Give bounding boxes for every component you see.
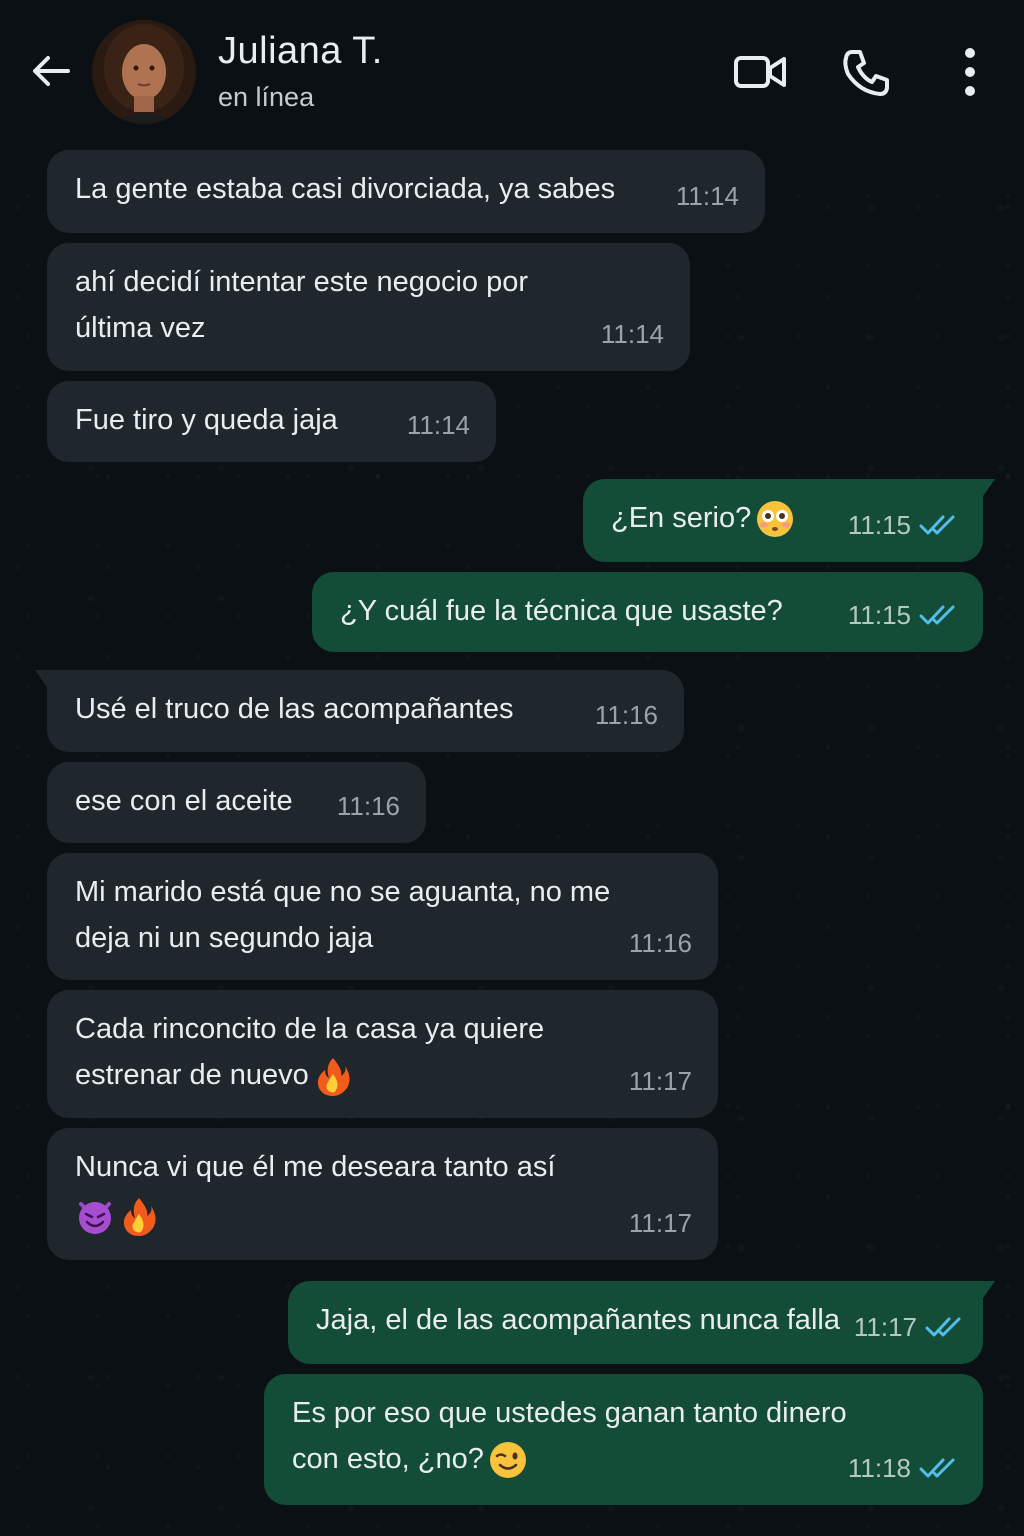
- message-meta: 11:16: [337, 783, 400, 829]
- message-time: 11:16: [336, 791, 400, 821]
- message-bubble-incoming[interactable]: Fue tiro y queda jaja 11:14: [47, 381, 496, 462]
- message-meta: 11:14: [676, 173, 739, 219]
- avatar[interactable]: [92, 20, 196, 124]
- contact-status: en línea: [218, 82, 315, 112]
- winking-face-emoji: [489, 1442, 526, 1479]
- message-text: Cada rinconcito de la casa ya quiere est…: [75, 1013, 545, 1091]
- read-ticks-icon: [919, 515, 955, 535]
- message-bubble-outgoing[interactable]: Jaja, el de las acompañantes nunca falla…: [288, 1281, 995, 1364]
- read-ticks-icon: [925, 1317, 961, 1337]
- phone-icon[interactable]: [838, 44, 894, 100]
- more-vert-icon[interactable]: [942, 44, 998, 100]
- message-text: La gente estaba casi divorciada, ya sabe…: [75, 173, 616, 205]
- message-text: Usé el truco de las acompañantes: [75, 693, 514, 725]
- message-meta: 11:18: [848, 1445, 957, 1491]
- message-bubble-incoming[interactable]: Mi marido está que no se aguanta, no me …: [47, 853, 718, 980]
- smiling-devil-and-fire-emoji: [75, 1192, 690, 1238]
- fire-emoji: [123, 1198, 156, 1237]
- message-time: 11:15: [847, 510, 911, 540]
- message-text: Es por eso que ustedes ganan tanto diner…: [292, 1397, 847, 1475]
- message-time: 11:17: [853, 1312, 917, 1342]
- message-meta: 11:14: [601, 311, 664, 357]
- message-bubble-incoming[interactable]: ahí decidí intentar este negocio por últ…: [47, 243, 690, 371]
- message-bubble-outgoing[interactable]: ¿Y cuál fue la técnica que usaste? 11:15: [312, 572, 983, 652]
- message-time: 11:16: [594, 700, 658, 730]
- message-meta: 11:17: [629, 1058, 692, 1104]
- message-text: ¿En serio?: [611, 502, 752, 534]
- message-bubble-incoming[interactable]: Cada rinconcito de la casa ya quiere est…: [47, 990, 718, 1118]
- message-time: 11:18: [847, 1453, 911, 1483]
- message-text: Mi marido está que no se aguanta, no me …: [75, 876, 611, 954]
- message-meta: 11:15: [848, 502, 957, 548]
- message-time: 11:17: [628, 1066, 692, 1096]
- flushed-face-emoji: [757, 501, 794, 538]
- read-ticks-icon: [919, 605, 955, 625]
- bubble-tail: [971, 479, 995, 499]
- message-bubble-incoming[interactable]: Usé el truco de las acompañantes 11:16: [35, 670, 684, 752]
- message-meta: 11:16: [629, 920, 692, 966]
- message-meta: 11:17: [629, 1200, 692, 1246]
- message-bubble-incoming[interactable]: Nunca vi que él me deseara tanto así 11:…: [47, 1128, 718, 1260]
- message-time: 11:14: [406, 410, 470, 440]
- read-ticks-icon: [919, 1458, 955, 1478]
- message-time: 11:14: [675, 181, 739, 211]
- message-time: 11:16: [628, 928, 692, 958]
- message-meta: 11:15: [848, 592, 957, 638]
- message-time: 11:17: [628, 1208, 692, 1238]
- message-text: ahí decidí intentar este negocio por últ…: [75, 266, 529, 344]
- message-bubble-incoming[interactable]: ese con el aceite 11:16: [47, 762, 426, 843]
- message-time: 11:14: [600, 319, 664, 349]
- chat-header: Juliana T. en línea: [0, 0, 1024, 140]
- fire-emoji: [317, 1058, 350, 1097]
- message-meta: 11:17: [854, 1304, 963, 1350]
- back-arrow-icon[interactable]: [26, 46, 76, 96]
- contact-name[interactable]: Juliana T.: [218, 30, 383, 73]
- message-time: 11:15: [847, 600, 911, 630]
- smiling-devil-emoji: [79, 1202, 111, 1235]
- message-bubble-outgoing[interactable]: Es por eso que ustedes ganan tanto diner…: [264, 1374, 983, 1505]
- message-bubble-incoming[interactable]: La gente estaba casi divorciada, ya sabe…: [47, 150, 765, 233]
- bubble-tail: [971, 1281, 995, 1301]
- message-meta: 11:14: [407, 402, 470, 448]
- message-meta: 11:16: [595, 692, 658, 738]
- message-bubble-outgoing[interactable]: ¿En serio? 11:15: [583, 479, 995, 562]
- message-text: Nunca vi que él me deseara tanto así: [75, 1151, 556, 1183]
- video-call-icon[interactable]: [732, 44, 788, 100]
- bubble-tail: [35, 670, 59, 690]
